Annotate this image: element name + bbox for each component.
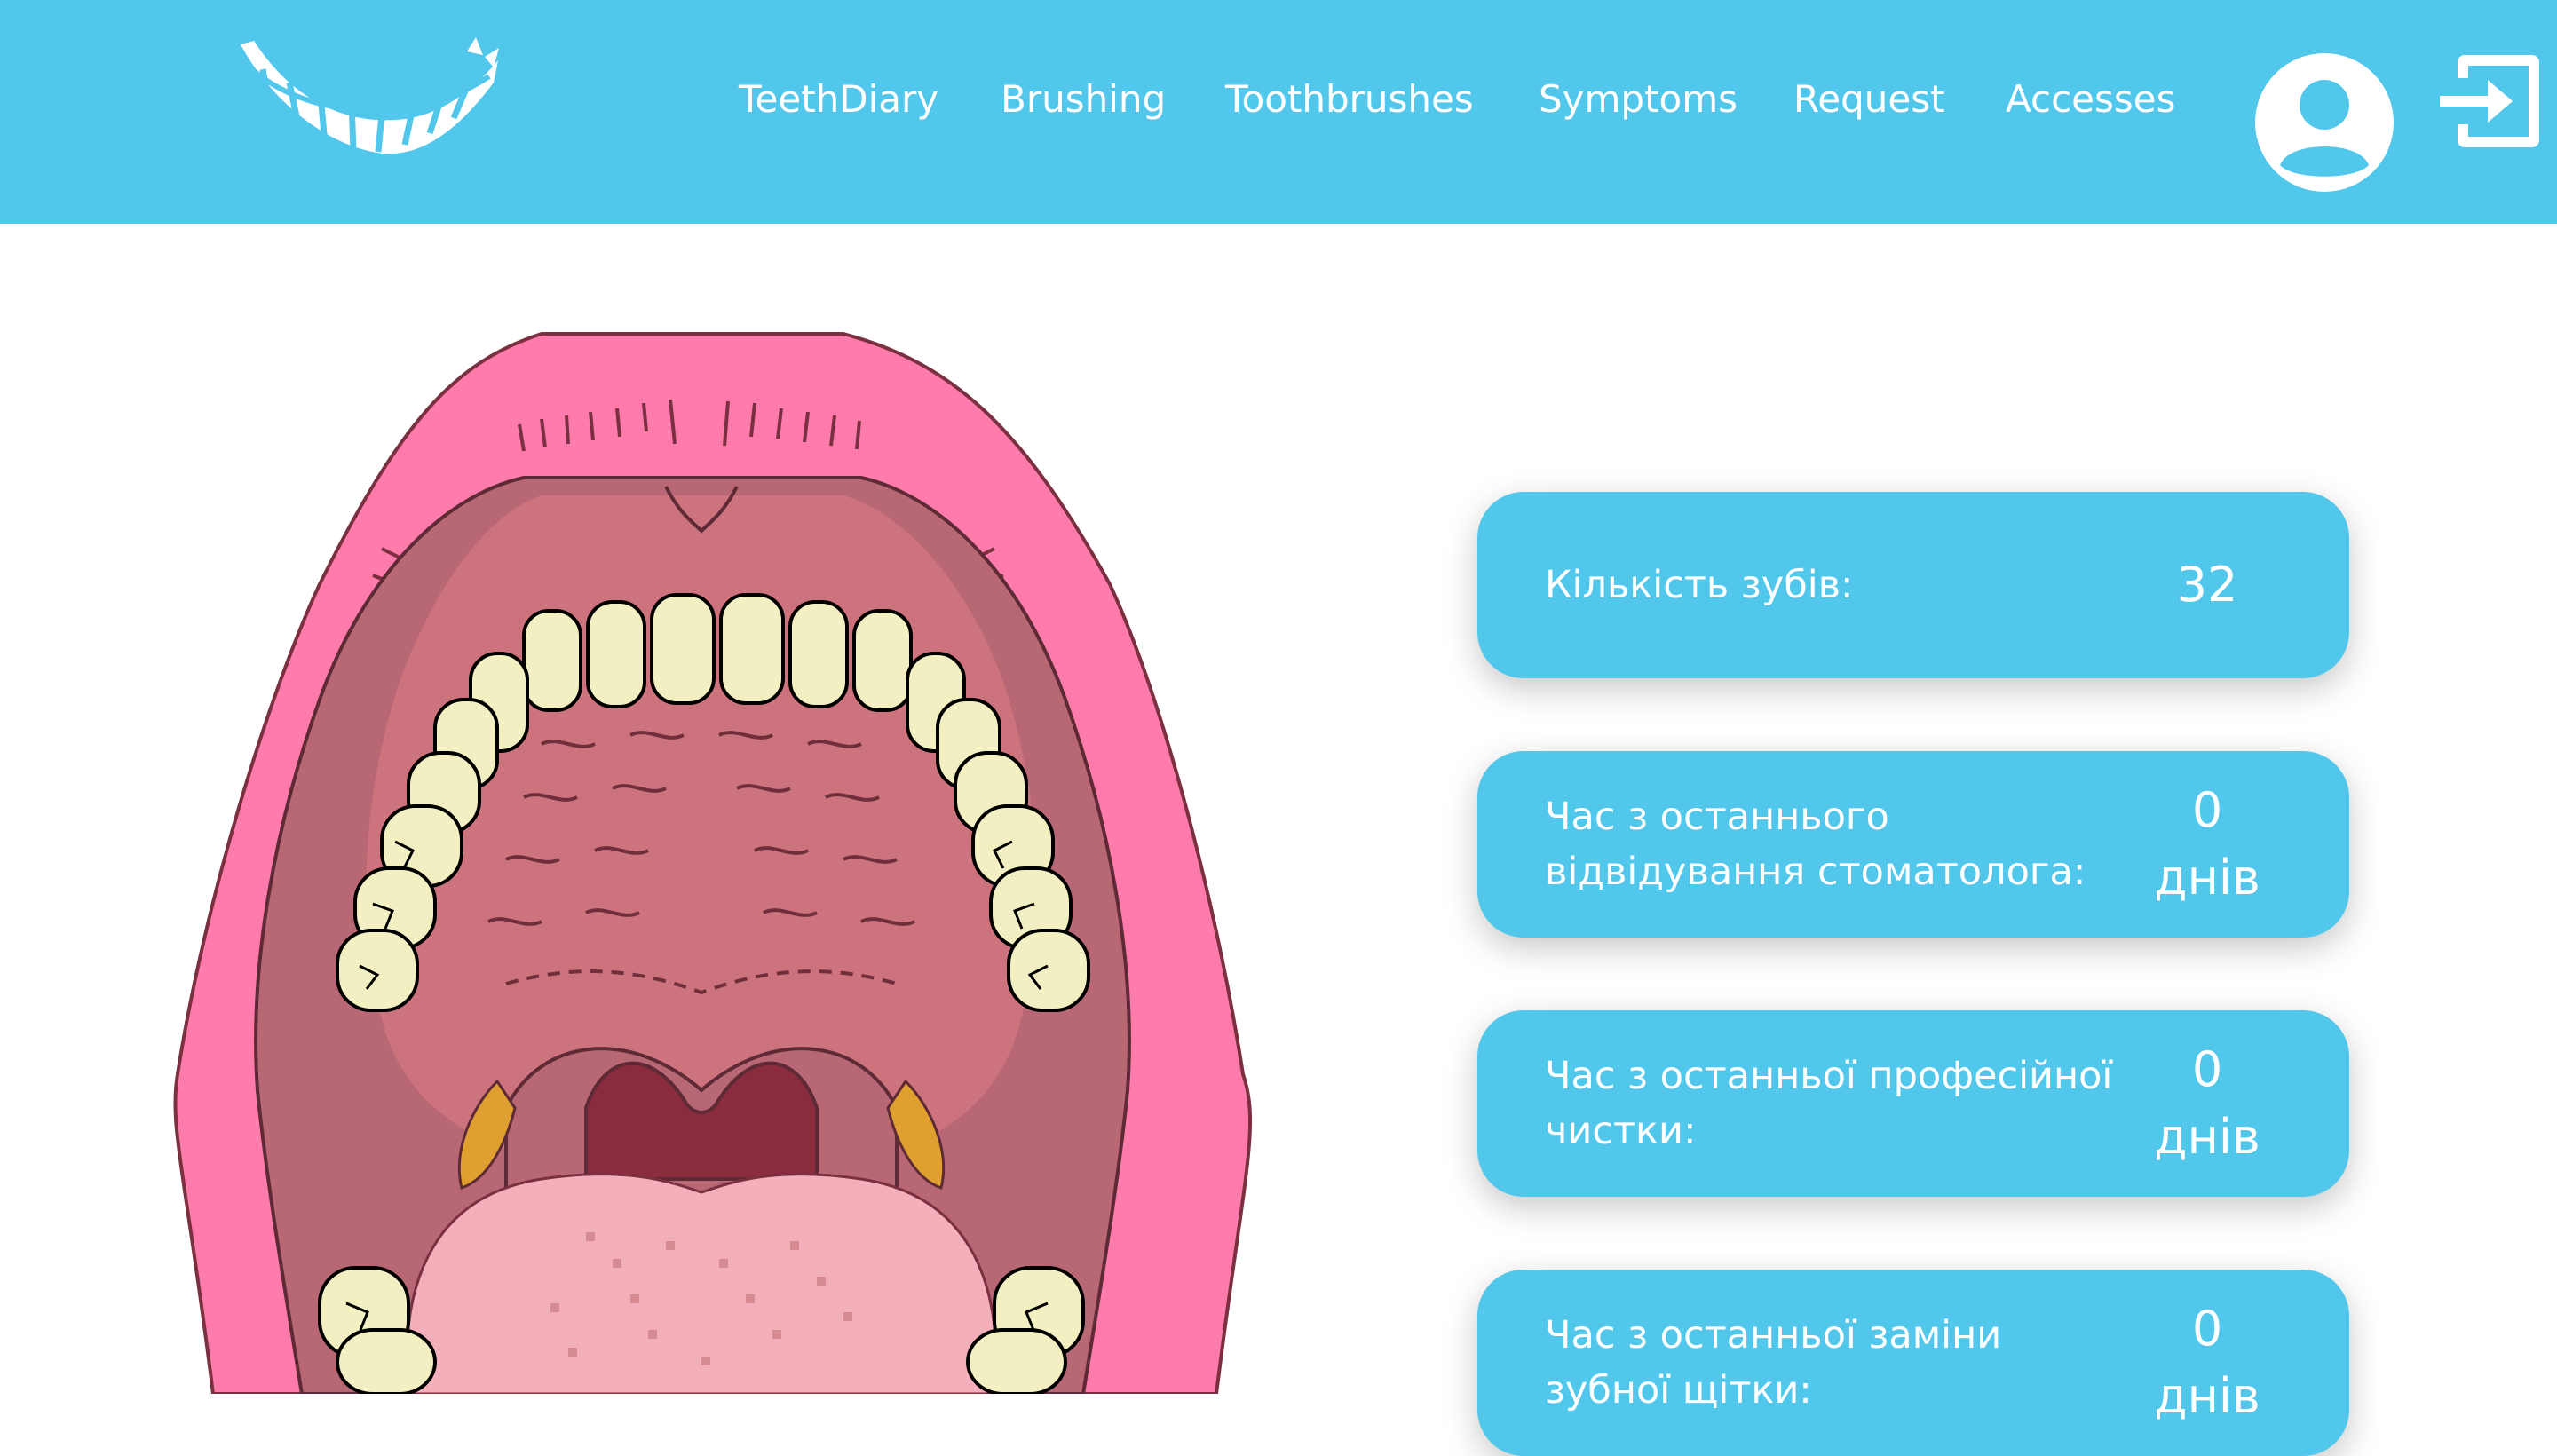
stat-card-professional-cleaning: Час з останньої професійної чистки: 0 дн… bbox=[1477, 1010, 2349, 1197]
stat-label: Час з останньої заміни зубної щітки: bbox=[1545, 1313, 2002, 1412]
stat-number: 0 bbox=[2191, 1041, 2223, 1097]
stat-unit: днів bbox=[2154, 1109, 2260, 1165]
stat-number: 0 bbox=[2191, 782, 2223, 838]
smile-teeth-logo[interactable] bbox=[236, 34, 503, 167]
stat-card-dentist-visit: Час з останнього відвідування стоматолог… bbox=[1477, 751, 2349, 938]
stat-number: 0 bbox=[2191, 1301, 2223, 1357]
nav-toothbrushes[interactable]: Toothbrushes bbox=[1225, 75, 1474, 124]
stat-value: 0 днів bbox=[2118, 751, 2296, 938]
stat-value: 32 bbox=[2118, 492, 2296, 678]
stat-card-teeth-count: Кількість зубів: 32 bbox=[1477, 492, 2349, 678]
stat-value: 0 днів bbox=[2118, 1010, 2296, 1197]
stat-label: Кількість зубів: bbox=[1545, 563, 1854, 607]
stat-label: Час з останньої професійної чистки: bbox=[1545, 1054, 2113, 1153]
stat-card-toothbrush-change: Час з останньої заміни зубної щітки: 0 д… bbox=[1477, 1270, 2349, 1456]
stat-unit: днів bbox=[2154, 1368, 2260, 1424]
stat-value: 0 днів bbox=[2118, 1270, 2296, 1456]
stat-number: 32 bbox=[2176, 557, 2238, 613]
user-circle-icon[interactable] bbox=[2253, 51, 2395, 194]
nav-request[interactable]: Request bbox=[1793, 75, 1945, 124]
nav-brushing[interactable]: Brushing bbox=[1001, 75, 1166, 124]
nav-accesses[interactable]: Accesses bbox=[2006, 75, 2176, 124]
nav-teethdiary[interactable]: TeethDiary bbox=[739, 75, 938, 124]
open-mouth-illustration bbox=[173, 332, 1253, 1394]
top-navbar: TeethDiary Brushing Toothbrushes Symptom… bbox=[0, 0, 2557, 224]
nav-symptoms[interactable]: Symptoms bbox=[1539, 75, 1738, 124]
stat-unit: днів bbox=[2154, 850, 2260, 906]
logout-icon[interactable] bbox=[2438, 48, 2545, 154]
stat-label: Час з останнього відвідування стоматолог… bbox=[1545, 795, 2086, 894]
